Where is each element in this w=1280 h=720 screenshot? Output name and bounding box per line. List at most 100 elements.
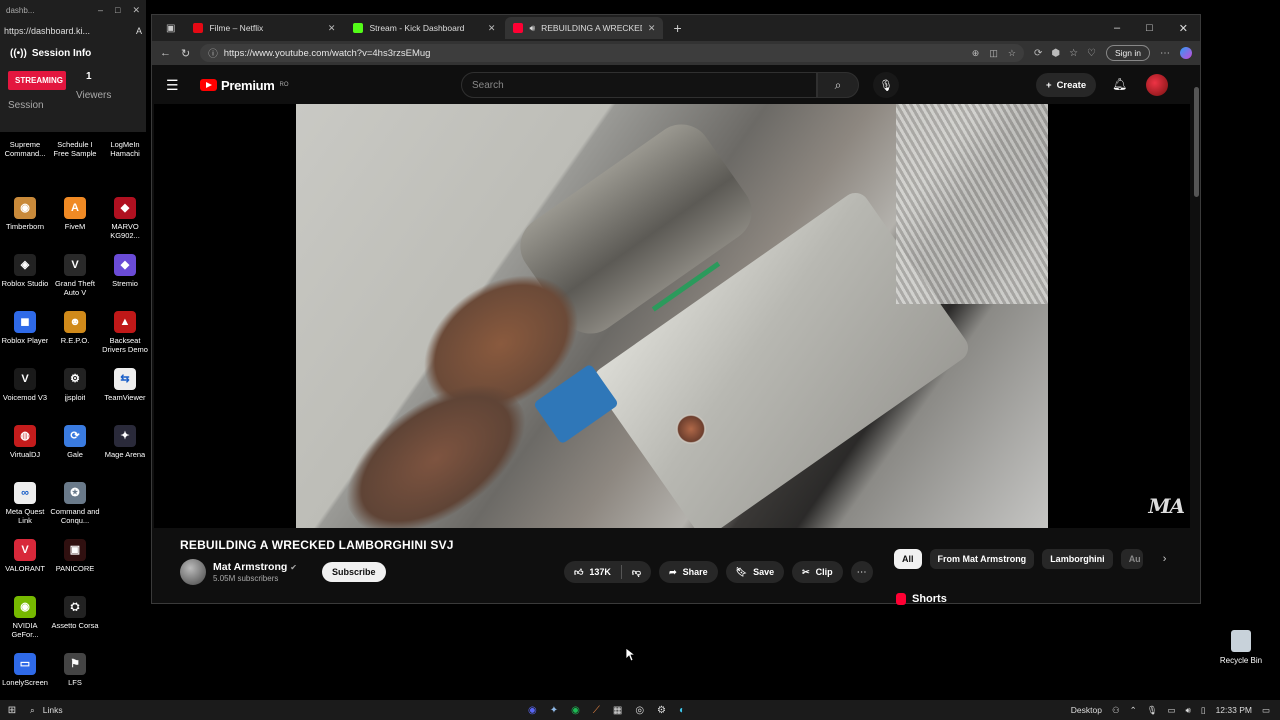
browser-essentials-icon[interactable]: ♡: [1087, 48, 1096, 59]
chip-truncated[interactable]: Au: [1120, 549, 1143, 569]
desktop-icon[interactable]: A FiveM: [50, 197, 100, 254]
favorites-icon[interactable]: ☆: [1069, 48, 1078, 59]
channel-watermark[interactable]: MA: [1148, 494, 1185, 518]
dislike-icon[interactable]: 👎︎: [632, 567, 641, 578]
microphone-icon[interactable]: 🎙︎: [1147, 705, 1158, 716]
volume-icon[interactable]: 🔊︎: [1186, 705, 1191, 716]
channel-name[interactable]: Mat Armstrong: [213, 561, 287, 573]
tab-actions-icon[interactable]: ▣: [158, 23, 183, 34]
recycle-bin[interactable]: Recycle Bin: [1218, 630, 1264, 665]
video-frame[interactable]: [296, 104, 1048, 528]
youtube-premium-logo[interactable]: Premium RO: [200, 78, 289, 93]
close-icon[interactable]: ✕: [132, 5, 140, 16]
desktop-icon[interactable]: LogMeIn Hamachi: [100, 140, 150, 197]
clock-time[interactable]: 12:33 PM: [1216, 705, 1252, 715]
app-slash-icon[interactable]: ⟋: [593, 705, 600, 716]
tab-close-icon[interactable]: ✕: [328, 23, 336, 34]
network-icon[interactable]: ▭: [1168, 705, 1176, 716]
desktop-icon[interactable]: ▣ PANICORE: [50, 539, 100, 596]
account-avatar[interactable]: [1146, 74, 1168, 96]
window-maximize-icon[interactable]: □: [1146, 22, 1153, 35]
desktop-icon[interactable]: ✦ Mage Arena: [100, 425, 150, 482]
desktop-icon[interactable]: ⇆ TeamViewer: [100, 368, 150, 425]
window-minimize-icon[interactable]: –: [1114, 22, 1120, 35]
menu-icon[interactable]: ☰: [166, 77, 196, 94]
new-tab-icon[interactable]: +: [665, 20, 689, 36]
desktop-icon[interactable]: ◼ Roblox Player: [0, 311, 50, 368]
search-button[interactable]: ⌕: [817, 72, 859, 98]
favorite-star-icon[interactable]: ☆: [1008, 48, 1016, 59]
minimize-icon[interactable]: –: [98, 5, 103, 16]
chip-all[interactable]: All: [894, 549, 922, 569]
desktop-icon[interactable]: ◉ Timberborn: [0, 197, 50, 254]
discord-icon[interactable]: ◉: [528, 705, 537, 716]
back-icon[interactable]: ←: [160, 47, 171, 59]
settings-more-icon[interactable]: ⋯: [1160, 48, 1170, 59]
desktop-icon[interactable]: ◆ MARVO KG902...: [100, 197, 150, 254]
window-close-icon[interactable]: ✕: [1179, 22, 1188, 35]
clip-button[interactable]: ✂ Clip: [792, 561, 843, 583]
share-button[interactable]: ➦ Share: [659, 561, 718, 583]
tab-youtube-video[interactable]: 🔊︎ REBUILDING A WRECKED LA... ✕: [505, 17, 664, 39]
tab-netflix[interactable]: Filme – Netflix ✕: [185, 17, 343, 39]
desktop-icon[interactable]: ▲ Backseat Drivers Demo: [100, 311, 150, 368]
desktop-label[interactable]: Desktop: [1071, 705, 1102, 715]
desktop-icon[interactable]: V VALORANT: [0, 539, 50, 596]
mini-address-bar[interactable]: https://dashboard.ki... A: [4, 20, 142, 42]
chevron-right-icon[interactable]: ›: [1163, 553, 1167, 565]
notifications-bell-icon[interactable]: 🔔︎: [1112, 77, 1127, 91]
split-screen-icon[interactable]: ◫: [989, 48, 998, 59]
video-player[interactable]: MA: [154, 104, 1190, 528]
like-icon[interactable]: 👍︎: [574, 567, 583, 578]
scrollbar-thumb[interactable]: [1194, 87, 1199, 197]
desktop-icon[interactable]: ◉ NVIDIA GeFor...: [0, 596, 50, 653]
install-app-icon[interactable]: ⊕: [972, 48, 980, 59]
channel-avatar[interactable]: [180, 559, 206, 585]
tab-close-icon[interactable]: ✕: [648, 23, 656, 34]
more-actions-button[interactable]: ⋯: [850, 561, 873, 583]
like-count[interactable]: 137K: [589, 567, 611, 577]
steam-icon[interactable]: ✦: [550, 705, 558, 716]
desktop-icon[interactable]: ∞ Meta Quest Link: [0, 482, 50, 539]
chrome-icon[interactable]: ◎: [635, 705, 644, 716]
settings-gear-icon[interactable]: ⚙: [657, 705, 666, 716]
desktop-icon[interactable]: Supreme Command...: [0, 140, 50, 197]
tab-close-icon[interactable]: ✕: [488, 23, 496, 34]
copilot-icon[interactable]: [1180, 47, 1192, 59]
person-icon[interactable]: ⚇: [1112, 705, 1120, 716]
edge-browser-icon[interactable]: ◐: [679, 705, 685, 716]
read-aloud-icon[interactable]: A: [136, 26, 142, 36]
battery-icon[interactable]: ▯: [1201, 705, 1206, 716]
calculator-icon[interactable]: ▦: [613, 705, 622, 716]
desktop-icon[interactable]: V Voicemod V3: [0, 368, 50, 425]
desktop-icon[interactable]: ◈ Roblox Studio: [0, 254, 50, 311]
extension-icon[interactable]: ⬢: [1051, 48, 1060, 59]
subscribe-button[interactable]: Subscribe: [321, 562, 386, 582]
desktop-icon[interactable]: ◆ Stremio: [100, 254, 150, 311]
notifications-icon[interactable]: ▭: [1262, 705, 1270, 716]
desktop-icon[interactable]: V Grand Theft Auto V: [50, 254, 100, 311]
desktop-icon[interactable]: ⟳ Gale: [50, 425, 100, 482]
chip-lamborghini[interactable]: Lamborghini: [1042, 549, 1113, 569]
voice-search-button[interactable]: 🎙︎: [873, 72, 899, 98]
site-info-icon[interactable]: ⓘ: [208, 46, 218, 60]
desktop-icon[interactable]: ⛭ Assetto Corsa: [50, 596, 100, 653]
create-button[interactable]: + Create: [1036, 73, 1097, 97]
desktop-icon[interactable]: ⚙ jjsploit: [50, 368, 100, 425]
speaker-icon[interactable]: 🔊︎: [529, 23, 535, 34]
maximize-icon[interactable]: □: [115, 5, 120, 16]
search-input[interactable]: Search: [461, 72, 817, 98]
url-field[interactable]: ⓘ https://www.youtube.com/watch?v=4hs3rz…: [200, 44, 1024, 62]
desktop-icon[interactable]: ☻ R.E.P.O.: [50, 311, 100, 368]
spotify-icon[interactable]: ◉: [571, 705, 580, 716]
taskbar-search[interactable]: ⌕ Links: [30, 705, 63, 716]
start-windows-icon[interactable]: ⊞: [0, 705, 24, 716]
desktop-icon[interactable]: ◍ VirtualDJ: [0, 425, 50, 482]
desktop-icon[interactable]: ✪ Command and Conqu...: [50, 482, 100, 539]
chip-from-channel[interactable]: From Mat Armstrong: [929, 549, 1035, 569]
page-scrollbar[interactable]: [1192, 69, 1200, 603]
chevron-up-icon[interactable]: ⌃: [1130, 705, 1137, 716]
sign-in-button[interactable]: Sign in: [1106, 45, 1150, 61]
tab-kick-dashboard[interactable]: Stream - Kick Dashboard ✕: [345, 17, 503, 39]
refresh-icon[interactable]: ↻: [181, 47, 190, 60]
